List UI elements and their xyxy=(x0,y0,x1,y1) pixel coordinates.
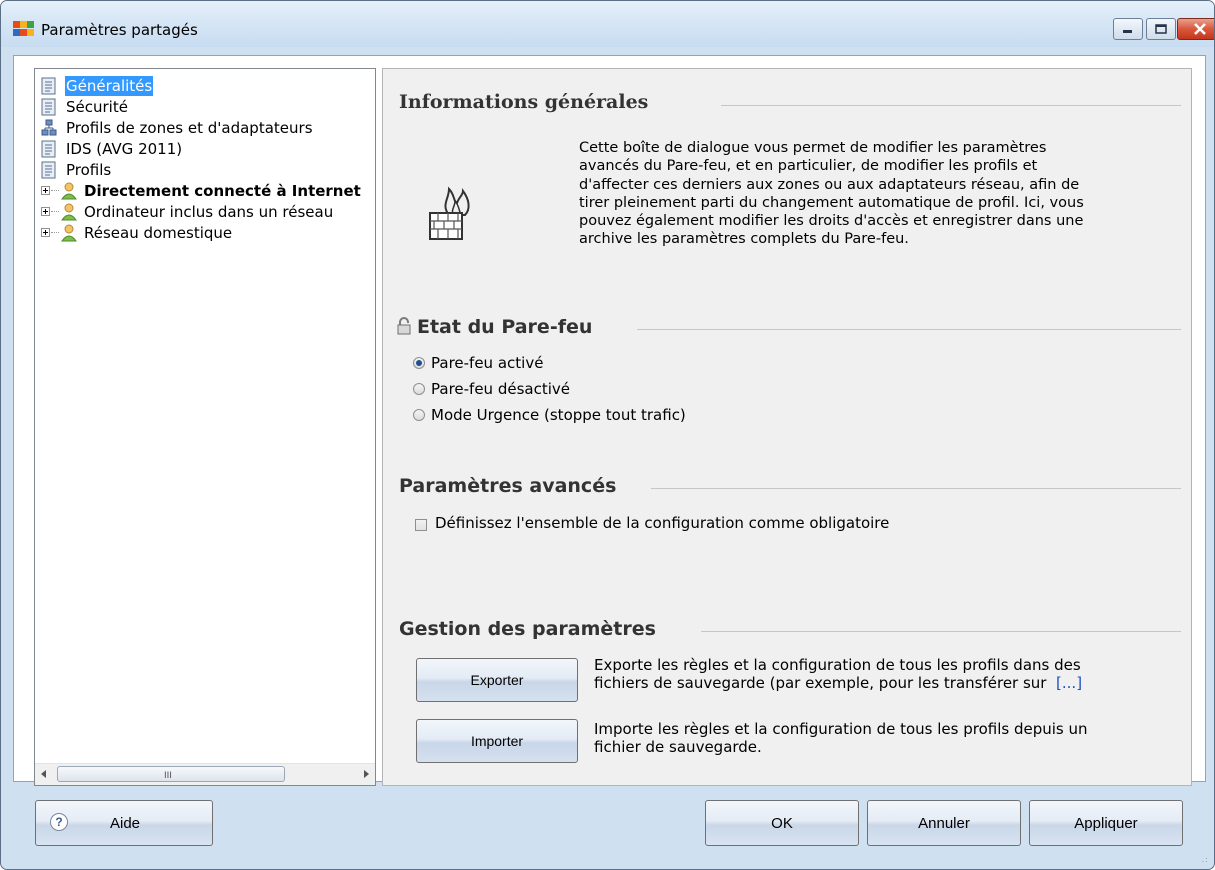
export-description: Exporte les règles et la configuration d… xyxy=(594,656,1082,692)
description-line: pouvez également modifier les droits d'a… xyxy=(579,213,1084,230)
minimize-button[interactable] xyxy=(1113,18,1143,40)
settings-management-title: Gestion des paramètres xyxy=(399,618,656,640)
export-line-2: fichiers de sauvegarde (par exemple, pou… xyxy=(594,674,1082,692)
radio-label: Pare-feu activé xyxy=(431,354,544,372)
description-line: archive les paramètres complets du Pare-… xyxy=(579,231,909,248)
tree-item-label: Généralités xyxy=(65,76,154,96)
resize-grip-icon[interactable]: .: xyxy=(1202,855,1209,864)
settings-panel: Informations générales Cette boîte de di… xyxy=(382,68,1192,786)
description-line: tirer pleinement parti du changement aut… xyxy=(579,194,1084,211)
horizontal-scrollbar[interactable]: III xyxy=(35,763,375,785)
tree-item-home-network[interactable]: Réseau domestique xyxy=(35,223,375,244)
document-icon xyxy=(41,161,56,179)
tree-item-network-computer[interactable]: Ordinateur inclus dans un réseau xyxy=(35,202,375,223)
description-line: avancés du Pare-feu, et en particulier, … xyxy=(579,158,1038,175)
tree-item-label: Directement connecté à Internet xyxy=(84,182,361,200)
firewall-icon xyxy=(429,186,470,240)
expand-icon[interactable] xyxy=(41,228,50,237)
expand-icon[interactable] xyxy=(41,186,50,195)
user-icon xyxy=(61,224,77,242)
window-title: Paramètres partagés xyxy=(41,21,198,39)
tree-item-securite[interactable]: Sécurité xyxy=(35,97,375,118)
tree-item-label: Profils xyxy=(66,161,112,179)
radio-label: Pare-feu désactivé xyxy=(431,380,570,398)
minimize-icon xyxy=(1114,19,1142,39)
section-divider xyxy=(637,329,1181,330)
network-icon xyxy=(41,119,57,136)
navigation-tree[interactable]: Généralités Sécurité Profils de zones et… xyxy=(34,68,376,786)
tree-item-label: Profils de zones et d'adaptateurs xyxy=(66,119,313,137)
description-line: Cette boîte de dialogue vous permet de m… xyxy=(579,140,1047,156)
general-info-title: Informations générales xyxy=(399,91,649,113)
tree-connector xyxy=(51,211,59,212)
help-icon: ? xyxy=(50,813,68,831)
scroll-right-icon[interactable] xyxy=(364,770,369,778)
tree-connector xyxy=(51,190,59,191)
ok-button-label: OK xyxy=(771,814,793,832)
document-icon xyxy=(41,77,56,95)
firewall-state-title: Etat du Pare-feu xyxy=(417,316,593,338)
description-line: d'affecter ces derniers aux zones ou aux… xyxy=(579,176,1080,193)
tree-item-label: Réseau domestique xyxy=(84,224,233,242)
title-bar[interactable]: Paramètres partagés xyxy=(1,1,1214,47)
radio-button[interactable] xyxy=(413,409,425,421)
apply-button-label: Appliquer xyxy=(1074,814,1138,832)
dialog-content: Généralités Sécurité Profils de zones et… xyxy=(13,55,1206,786)
import-line-2: fichier de sauvegarde. xyxy=(594,738,762,756)
maximize-icon xyxy=(1147,19,1175,39)
import-button[interactable]: Importer xyxy=(416,719,578,763)
settings-window: Paramètres partagés Généralités Sécurité… xyxy=(0,0,1215,870)
tree-item-zone-profiles[interactable]: Profils de zones et d'adaptateurs xyxy=(35,118,375,139)
cancel-button[interactable]: Annuler xyxy=(867,800,1021,846)
tree-item-label: Ordinateur inclus dans un réseau xyxy=(84,203,334,221)
tree-item-direct-internet[interactable]: Directement connecté à Internet xyxy=(35,181,375,202)
export-button[interactable]: Exporter xyxy=(416,658,578,702)
section-divider xyxy=(721,105,1181,106)
tree-view: Généralités Sécurité Profils de zones et… xyxy=(35,69,375,763)
maximize-button[interactable] xyxy=(1146,18,1176,40)
section-divider xyxy=(651,488,1181,489)
close-icon xyxy=(1178,19,1214,39)
close-button[interactable] xyxy=(1177,18,1214,40)
general-description: Cette boîte de dialogue vous permet de m… xyxy=(579,139,1179,249)
help-button[interactable]: ? Aide xyxy=(35,800,213,846)
radio-label: Mode Urgence (stoppe tout trafic) xyxy=(431,406,686,424)
more-link[interactable]: [...] xyxy=(1056,674,1082,692)
tree-connector xyxy=(51,232,59,233)
apply-button[interactable]: Appliquer xyxy=(1029,800,1183,846)
import-description: Importe les règles et la configuration d… xyxy=(594,720,1088,756)
section-divider xyxy=(701,631,1181,632)
export-line-2-text: fichiers de sauvegarde (par exemple, pou… xyxy=(594,674,1047,692)
avg-logo-icon xyxy=(13,21,34,36)
expand-icon[interactable] xyxy=(41,207,50,216)
tree-item-label: Sécurité xyxy=(66,98,128,116)
cancel-button-label: Annuler xyxy=(918,814,970,832)
tree-item-label: IDS (AVG 2011) xyxy=(66,140,183,158)
tree-item-generalites[interactable]: Généralités xyxy=(35,76,375,97)
ok-button[interactable]: OK xyxy=(705,800,859,846)
export-line-1: Exporte les règles et la configuration d… xyxy=(594,656,1081,674)
scroll-grip: III xyxy=(164,771,172,781)
lock-icon xyxy=(397,317,411,335)
document-icon xyxy=(41,98,56,116)
user-icon xyxy=(61,182,77,200)
mandatory-config-label[interactable]: Définissez l'ensemble de la configuratio… xyxy=(435,514,889,532)
import-line-1: Importe les règles et la configuration d… xyxy=(594,720,1088,738)
radio-button[interactable] xyxy=(413,357,425,369)
mandatory-config-checkbox[interactable] xyxy=(415,519,427,531)
scroll-thumb[interactable]: III xyxy=(57,766,285,782)
document-icon xyxy=(41,140,56,158)
radio-button[interactable] xyxy=(413,383,425,395)
scroll-left-icon[interactable] xyxy=(41,770,46,778)
help-button-label: Aide xyxy=(110,814,141,832)
tree-item-ids[interactable]: IDS (AVG 2011) xyxy=(35,139,375,160)
tree-item-profils[interactable]: Profils xyxy=(35,160,375,181)
advanced-settings-title: Paramètres avancés xyxy=(399,475,617,497)
user-icon xyxy=(61,203,77,221)
